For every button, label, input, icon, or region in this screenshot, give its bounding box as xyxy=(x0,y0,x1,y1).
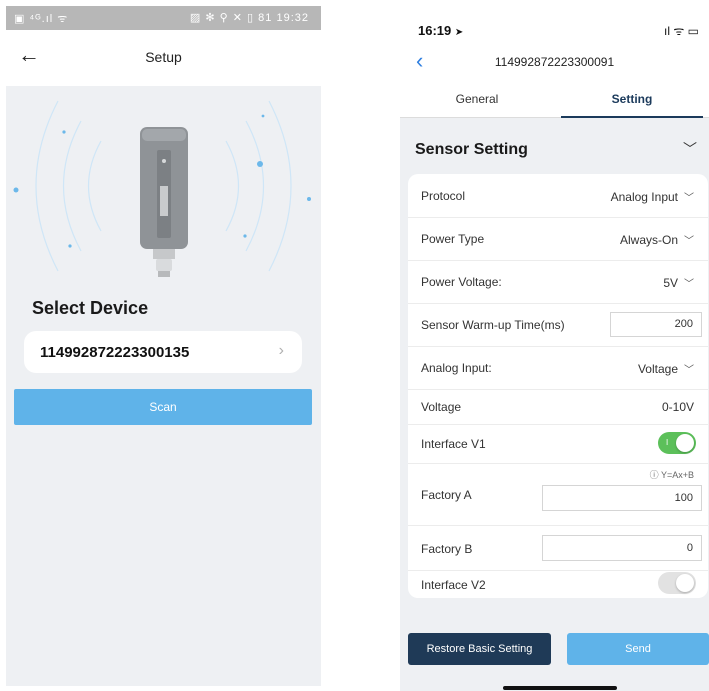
toggle-knob xyxy=(676,574,694,592)
section-collapse-chevron-icon[interactable]: ﹀ xyxy=(683,139,697,159)
warmup-row: Sensor Warm-up Time(ms) 200 xyxy=(408,303,708,347)
device-setting-screen: 16:19 ➤ ıl ᯤ ▭ ‹ 114992872223300091 Gene… xyxy=(400,6,709,691)
power-type-label: Power Type xyxy=(421,232,485,246)
interface-v1-label: Interface V1 xyxy=(421,437,486,451)
restore-basic-setting-button[interactable]: Restore Basic Setting xyxy=(408,633,551,665)
analog-input-value: Voltage xyxy=(637,362,678,376)
sensor-icon xyxy=(140,127,188,277)
formula-hint: ⓘ Y=Ax+B xyxy=(650,468,694,481)
factory-a-label: Factory A xyxy=(421,488,472,502)
toggle-on-mark-icon: I xyxy=(666,438,669,447)
chevron-down-icon: ﹀ xyxy=(684,279,694,290)
status-time-text: 16:19 xyxy=(418,23,452,38)
tab-bar: General Setting xyxy=(400,84,709,118)
interface-v2-label: Interface V2 xyxy=(421,578,486,592)
interface-v2-row: Interface V2 xyxy=(408,570,708,598)
voltage-range-value: 0-10V xyxy=(661,400,694,414)
device-title: 114992872223300091 xyxy=(494,55,615,69)
select-device-label: Select Device xyxy=(32,298,149,318)
signal-icons: ▣ ⁴ᴳ.ıl ᯤ xyxy=(14,13,69,25)
home-indicator xyxy=(503,686,617,690)
tab-setting[interactable]: Setting xyxy=(555,84,709,118)
protocol-label: Protocol xyxy=(421,189,466,203)
factory-a-row: ⓘ Y=Ax+B Factory A 100 xyxy=(408,463,708,526)
section-title: Sensor Setting xyxy=(415,141,528,158)
top-bar: 16:19 ➤ ıl ᯤ ▭ ‹ 114992872223300091 xyxy=(400,6,709,84)
status-right: ▨ ✻ ⚲ ✕ ▯ 81 19:32 xyxy=(190,11,309,24)
tab-general[interactable]: General xyxy=(400,84,554,117)
factory-b-row: Factory B 0 xyxy=(408,525,708,571)
chevron-down-icon: ﹀ xyxy=(684,365,694,376)
status-time: 16:19 ➤ xyxy=(418,23,463,38)
setup-header: ← Setup xyxy=(6,30,321,86)
interface-v2-toggle[interactable] xyxy=(658,572,696,594)
analog-input-row[interactable]: Analog Input: Voltage ﹀ xyxy=(408,346,708,390)
sensor-settings-card: Protocol Analog Input ﹀ Power Type Always… xyxy=(408,174,708,598)
analog-input-label: Analog Input: xyxy=(421,361,492,375)
device-list-item[interactable]: 114992872223300135 › xyxy=(24,331,302,373)
power-type-select[interactable]: Always-On ﹀ xyxy=(620,232,694,247)
setup-screen: ▣ ⁴ᴳ.ıl ᯤ ▨ ✻ ⚲ ✕ ▯ 81 19:32 ← Setup Sel… xyxy=(6,6,321,686)
power-voltage-select[interactable]: 5V ﹀ xyxy=(663,275,694,290)
status-bar: ▣ ⁴ᴳ.ıl ᯤ ▨ ✻ ⚲ ✕ ▯ 81 19:32 xyxy=(6,6,321,30)
voltage-row: Voltage 0-10V xyxy=(408,389,708,425)
help-circle-icon: ⓘ xyxy=(649,470,659,480)
factory-b-input[interactable]: 0 xyxy=(542,535,702,561)
protocol-row[interactable]: Protocol Analog Input ﹀ xyxy=(408,174,708,218)
status-icons: ıl ᯤ ▭ xyxy=(664,24,699,38)
chevron-down-icon: ﹀ xyxy=(684,193,694,204)
interface-v1-row: Interface V1 I xyxy=(408,424,708,464)
scan-button[interactable]: Scan xyxy=(14,389,312,425)
status-time: 19:32 xyxy=(276,12,309,24)
power-type-row[interactable]: Power Type Always-On ﹀ xyxy=(408,217,708,261)
send-button[interactable]: Send xyxy=(567,633,709,665)
interface-v1-toggle[interactable]: I xyxy=(658,432,696,454)
power-voltage-row[interactable]: Power Voltage: 5V ﹀ xyxy=(408,260,708,304)
status-right-icons: ▨ ✻ ⚲ ✕ ▯ xyxy=(189,12,255,24)
formula-text: Y=Ax+B xyxy=(660,470,694,480)
toggle-knob xyxy=(676,434,694,452)
analog-input-select[interactable]: Voltage ﹀ xyxy=(638,361,694,376)
power-voltage-label: Power Voltage: xyxy=(421,275,502,289)
factory-a-input[interactable]: 100 xyxy=(542,485,702,511)
protocol-select[interactable]: Analog Input ﹀ xyxy=(611,189,694,204)
warmup-label: Sensor Warm-up Time(ms) xyxy=(421,318,565,332)
page-title: Setup xyxy=(145,49,182,65)
factory-b-label: Factory B xyxy=(421,542,473,556)
location-arrow-icon: ➤ xyxy=(454,27,464,38)
power-voltage-value: 5V xyxy=(663,276,678,290)
sensor-device-illustration xyxy=(13,100,311,277)
voltage-label: Voltage xyxy=(421,400,462,414)
device-id: 114992872223300135 xyxy=(40,344,190,361)
warmup-input[interactable]: 200 xyxy=(610,312,702,337)
chevron-right-icon: › xyxy=(278,342,284,359)
battery-level: 81 xyxy=(258,12,273,24)
power-type-value: Always-On xyxy=(619,233,678,247)
chevron-down-icon: ﹀ xyxy=(684,236,694,247)
protocol-value: Analog Input xyxy=(610,190,678,204)
